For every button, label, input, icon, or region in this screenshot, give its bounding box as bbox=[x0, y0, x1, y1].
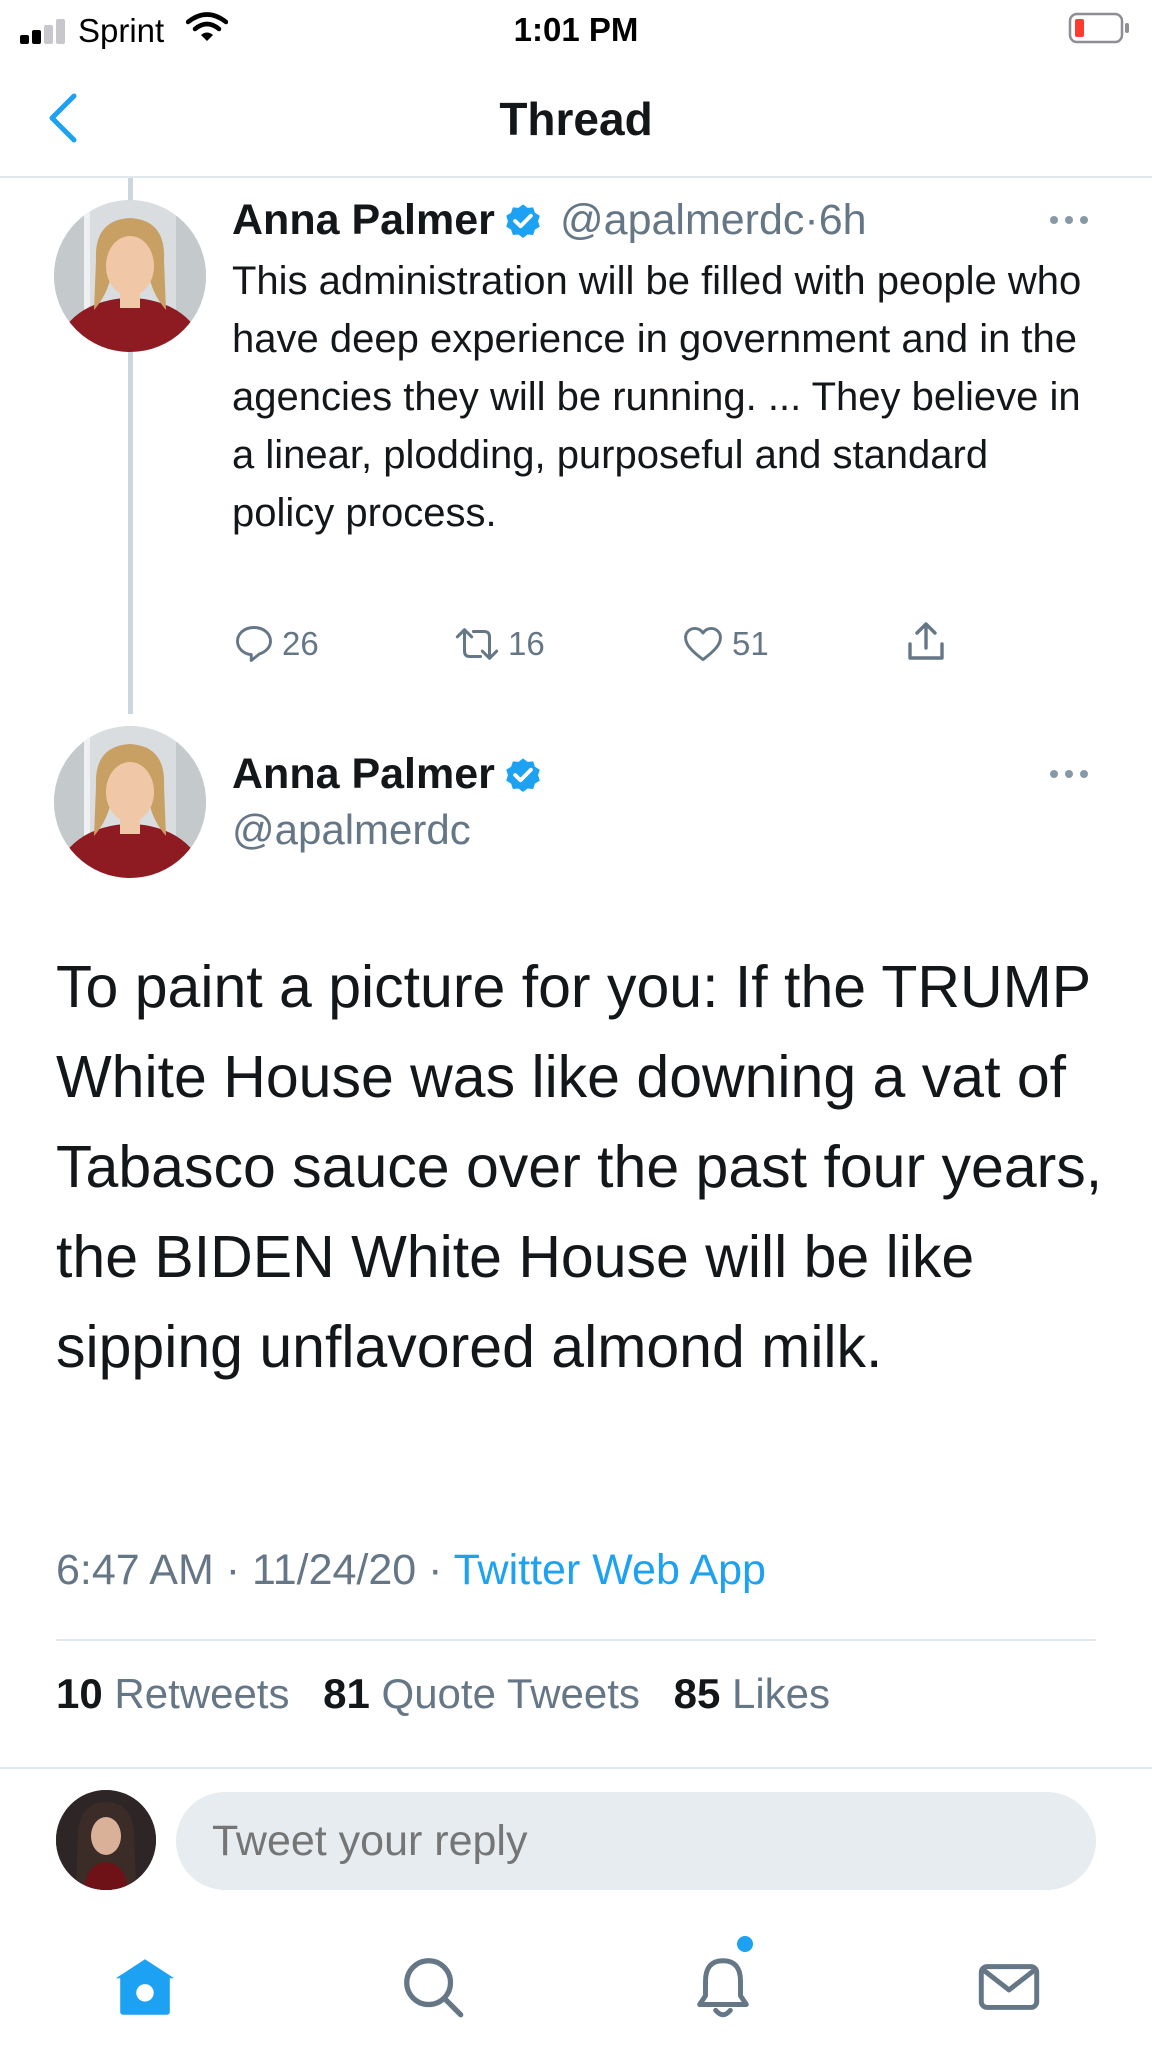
search-icon[interactable] bbox=[398, 1952, 468, 2022]
separator-dot: · bbox=[225, 1546, 241, 1594]
tweet-text: To paint a picture for you: If the TRUMP… bbox=[56, 954, 1103, 1380]
retweets-label: Retweets bbox=[114, 1670, 290, 1717]
user-avatar[interactable] bbox=[56, 1790, 156, 1890]
status-time: 1:01 PM bbox=[513, 11, 639, 48]
quote-tweets-count: 81 bbox=[323, 1670, 370, 1717]
likes-stat[interactable]: 85 Likes bbox=[674, 1670, 830, 1717]
avatar[interactable] bbox=[54, 726, 206, 878]
likes-label: Likes bbox=[731, 1670, 831, 1717]
bell-icon[interactable] bbox=[688, 1952, 758, 2022]
tweet-age: 6h bbox=[818, 196, 867, 244]
quote-tweets-label: Quote Tweets bbox=[381, 1670, 640, 1717]
quote-tweets-stat[interactable]: 81 Quote Tweets bbox=[323, 1670, 640, 1717]
like-count: 51 bbox=[732, 625, 769, 662]
reply-icon bbox=[236, 626, 272, 662]
tweet-metadata: 6:47 AM · 11/24/20 · Twitter Web App bbox=[56, 1546, 766, 1595]
nav-header: Thread bbox=[0, 58, 1152, 178]
author-handle: @apalmerdc bbox=[560, 196, 805, 244]
verified-badge-icon bbox=[506, 758, 540, 792]
tab-bar bbox=[0, 1930, 1152, 2048]
separator-dot: · bbox=[804, 196, 819, 244]
status-bar: Sprint 1:01 PM bbox=[0, 0, 1152, 58]
more-options-icon[interactable] bbox=[1050, 767, 1094, 781]
page-title: Thread bbox=[499, 93, 653, 145]
author-handle[interactable]: @apalmerdc bbox=[232, 806, 471, 854]
retweet-count: 16 bbox=[508, 625, 545, 662]
tweet-source-link[interactable]: Twitter Web App bbox=[454, 1546, 766, 1594]
retweets-stat[interactable]: 10 Retweets bbox=[56, 1670, 289, 1717]
share-icon bbox=[908, 622, 944, 660]
divider bbox=[56, 1639, 1096, 1641]
heart-icon bbox=[684, 626, 722, 662]
mail-icon[interactable] bbox=[974, 1952, 1044, 2022]
reply-count: 26 bbox=[282, 625, 319, 662]
avatar[interactable] bbox=[54, 200, 206, 352]
reply-input[interactable] bbox=[176, 1792, 1096, 1890]
more-options-icon[interactable] bbox=[1050, 213, 1094, 227]
tweet-handle-and-age[interactable]: @apalmerdc·6h bbox=[560, 196, 867, 245]
tweet-time: 6:47 AM bbox=[56, 1546, 214, 1594]
likes-count: 85 bbox=[673, 1670, 721, 1717]
retweets-count: 10 bbox=[56, 1670, 103, 1717]
tweet-date: 11/24/20 bbox=[252, 1546, 417, 1594]
battery-icon bbox=[1068, 12, 1129, 44]
engagement-stats: 10 Retweets 81 Quote Tweets 85 Likes bbox=[56, 1670, 852, 1718]
reply-button[interactable]: 26 bbox=[232, 622, 319, 666]
notification-badge bbox=[737, 1936, 753, 1952]
author-name[interactable]: Anna Palmer bbox=[232, 196, 495, 245]
home-icon[interactable] bbox=[110, 1952, 180, 2022]
like-button[interactable]: 51 bbox=[680, 622, 769, 666]
author-name[interactable]: Anna Palmer bbox=[232, 750, 495, 799]
share-button[interactable] bbox=[902, 618, 950, 666]
retweet-icon bbox=[455, 628, 499, 660]
verified-badge-icon bbox=[506, 204, 540, 238]
retweet-button[interactable]: 16 bbox=[452, 622, 545, 666]
separator-dot: · bbox=[428, 1546, 443, 1594]
divider bbox=[0, 1767, 1152, 1769]
tweet-text: This administration will be filled with … bbox=[232, 259, 1082, 535]
